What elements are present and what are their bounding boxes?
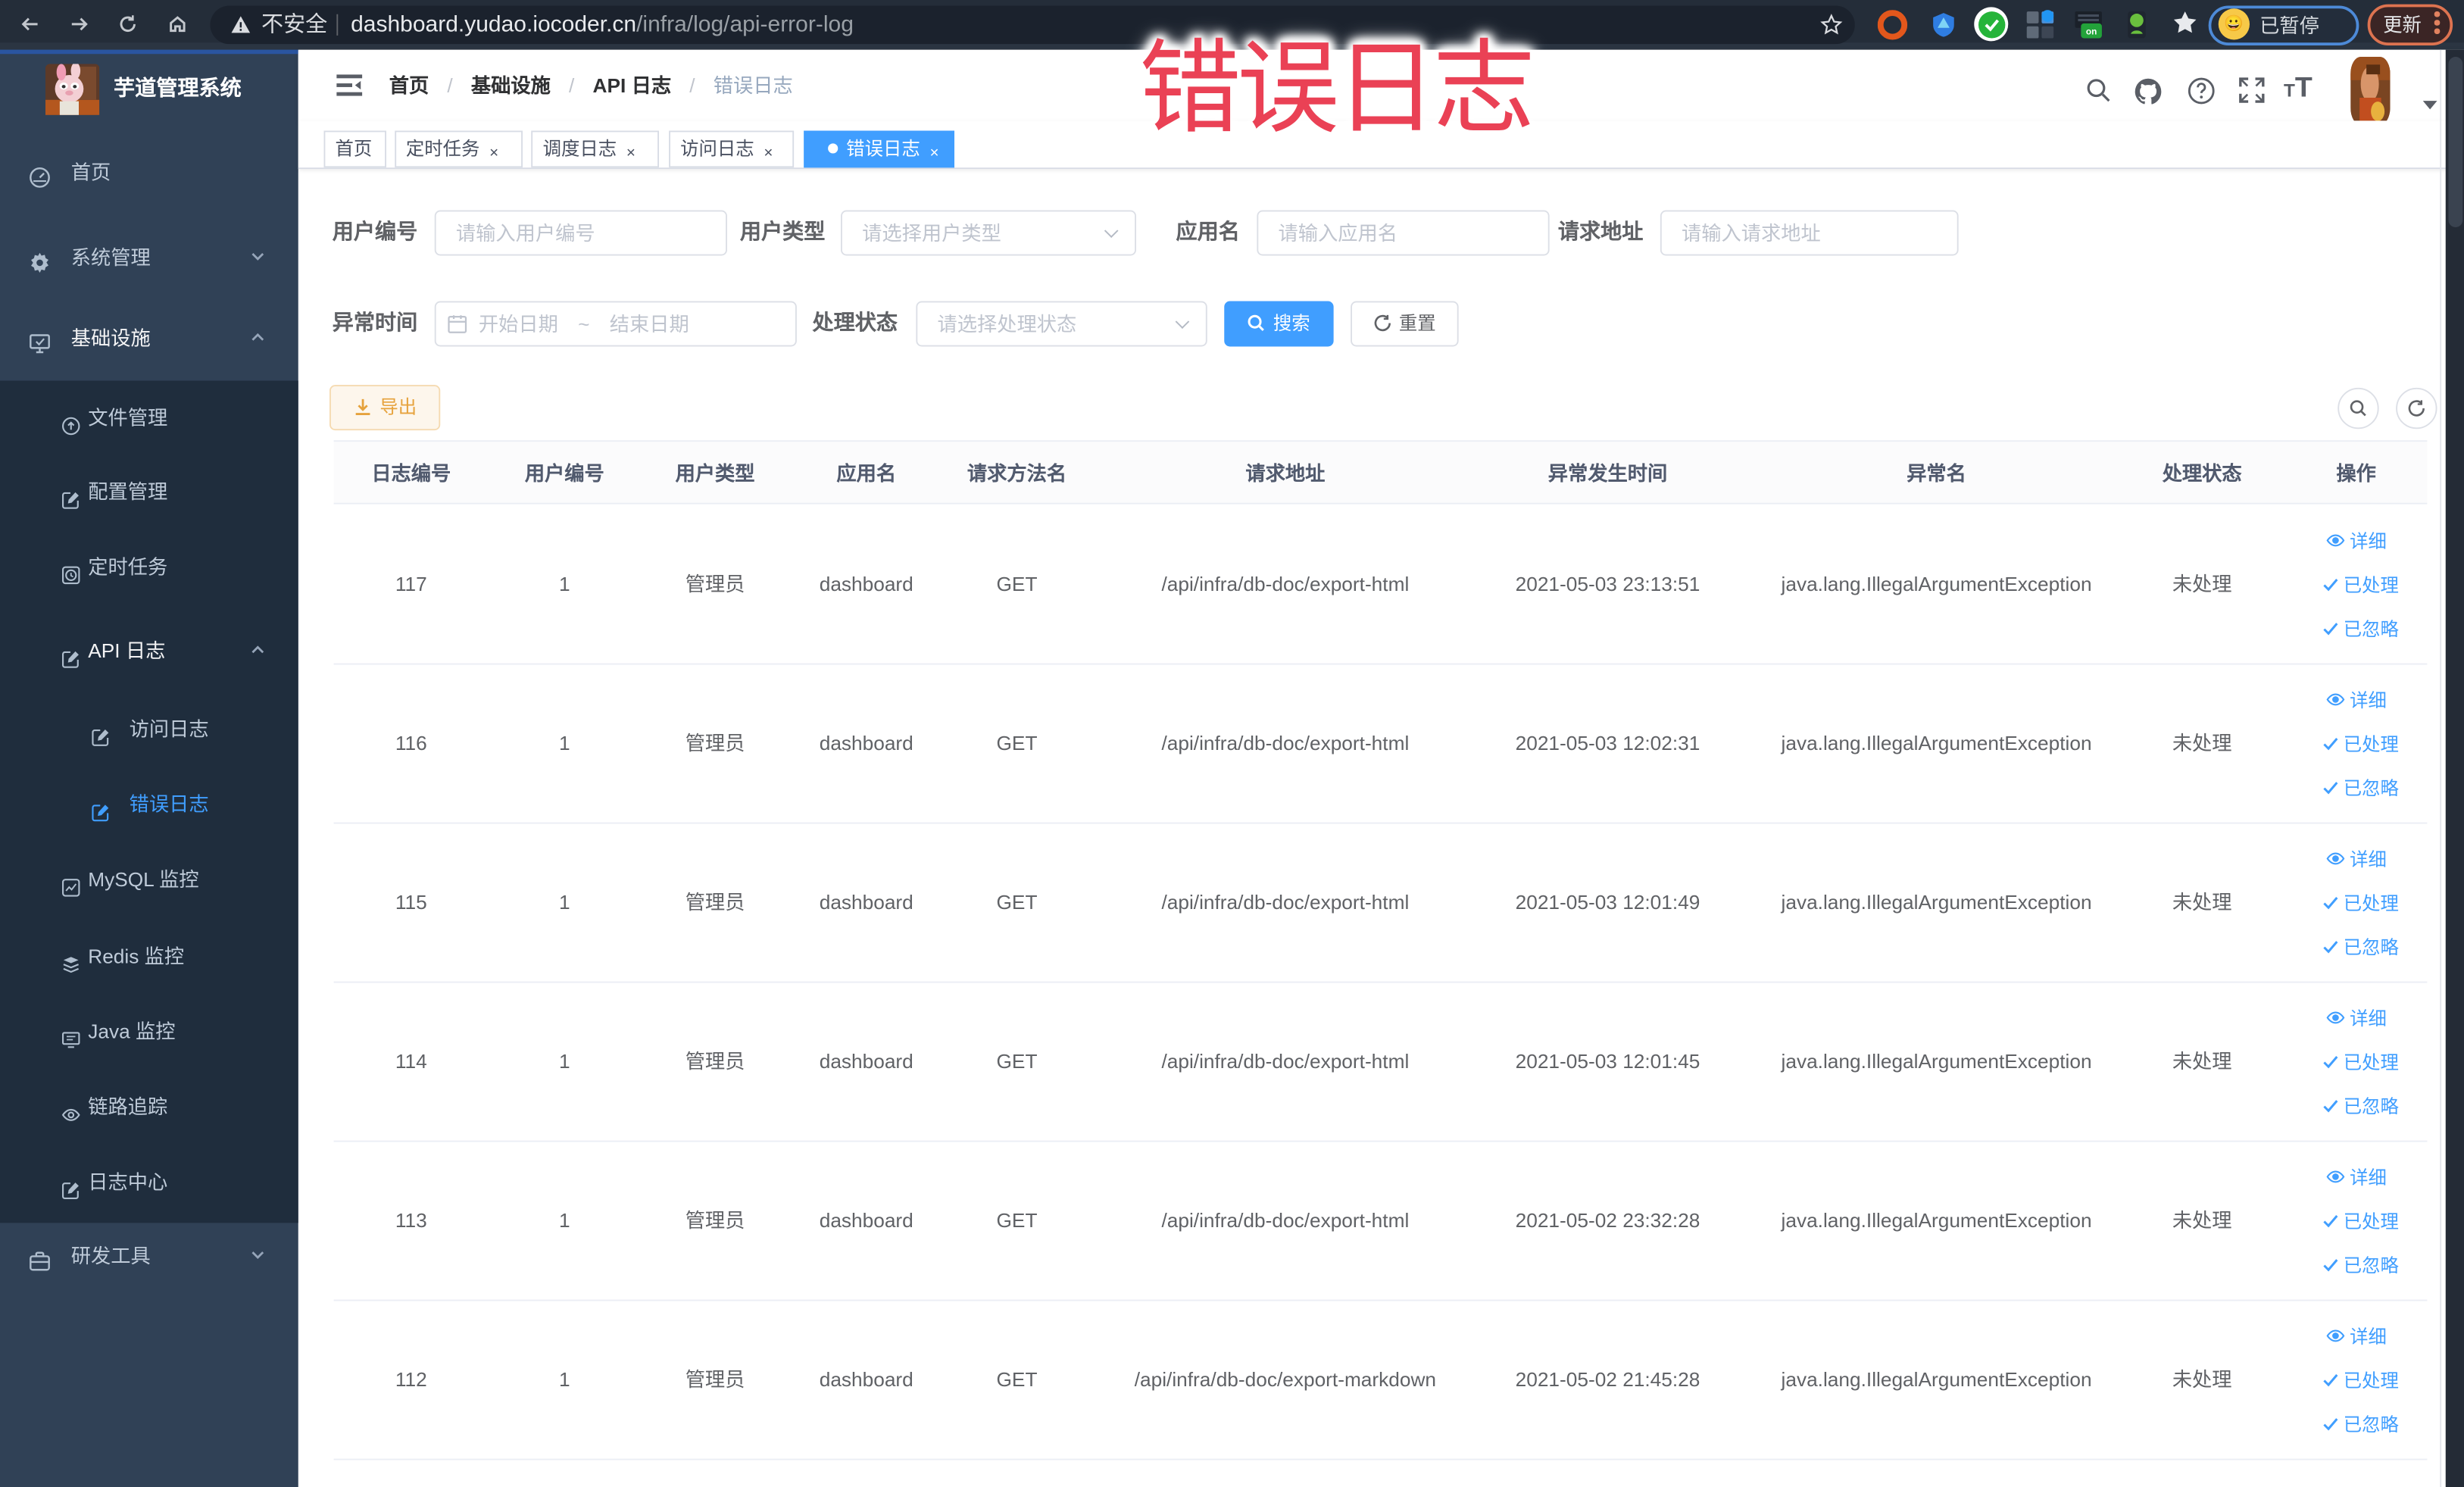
svg-text:on: on — [2086, 27, 2097, 37]
